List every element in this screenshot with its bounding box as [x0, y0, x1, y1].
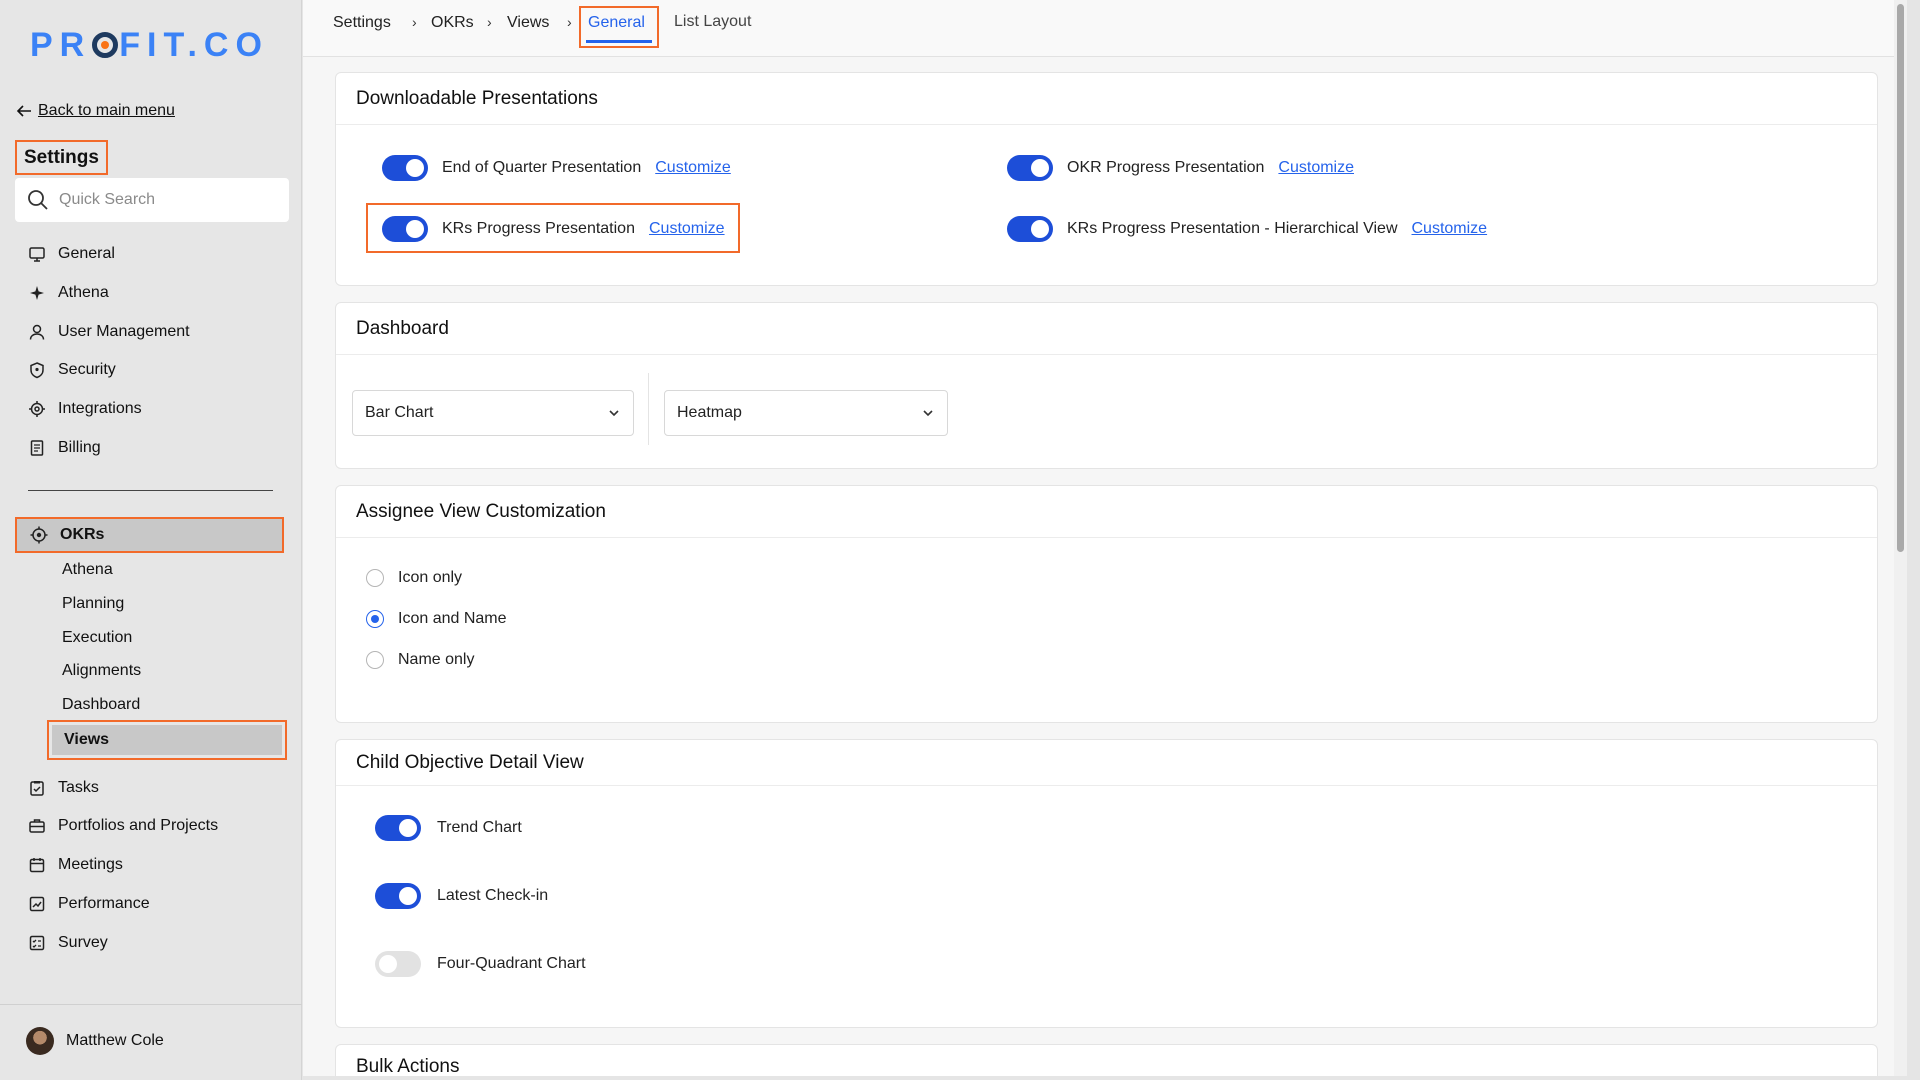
breadcrumb-separator: ›: [567, 14, 572, 30]
scrollbar-thumb[interactable]: [1897, 4, 1904, 552]
dashboard-title: Dashboard: [336, 303, 1877, 355]
assignee-card: Assignee View Customization Icon only Ic…: [335, 485, 1878, 723]
settings-heading: Settings: [15, 140, 108, 175]
breadcrumb-views[interactable]: Views: [507, 14, 549, 32]
quick-search[interactable]: [15, 178, 289, 222]
tab-general[interactable]: General: [579, 6, 659, 48]
child-objective-title: Child Objective Detail View: [336, 740, 1877, 786]
assignee-option-icon-and-name[interactable]: Icon and Name: [366, 610, 507, 628]
user-icon: [29, 324, 45, 340]
breadcrumb-okrs[interactable]: OKRs: [431, 14, 474, 32]
presentation-krs-progress: KRs Progress Presentation Customize: [382, 216, 725, 242]
bulk-actions-title: Bulk Actions: [336, 1045, 1877, 1077]
child-objective-trend-chart: Trend Chart: [375, 815, 522, 841]
briefcase-icon: [29, 819, 45, 833]
breadcrumb-separator: ›: [487, 14, 492, 30]
sidebar-item-user-management[interactable]: User Management: [28, 317, 278, 347]
assignee-option-name-only[interactable]: Name only: [366, 651, 474, 669]
tab-list-layout[interactable]: List Layout: [674, 13, 751, 31]
chart-line-icon: [29, 896, 45, 912]
logo-target-icon: [92, 32, 119, 58]
sidebar-item-billing[interactable]: Billing: [28, 433, 278, 463]
okrs-sub-alignments[interactable]: Alignments: [62, 657, 141, 685]
okrs-sub-dashboard[interactable]: Dashboard: [62, 691, 140, 719]
sidebar-item-athena[interactable]: Athena: [28, 278, 278, 308]
okr-progress-customize-link[interactable]: Customize: [1278, 159, 1354, 177]
profit-co-logo[interactable]: PR FIT.CO: [30, 26, 269, 65]
chevron-down-icon: [923, 410, 933, 417]
trend-chart-toggle[interactable]: [375, 815, 421, 841]
arrow-left-icon: [16, 105, 31, 117]
sidebar-item-performance[interactable]: Performance: [28, 889, 278, 919]
okrs-sub-athena[interactable]: Athena: [62, 556, 113, 584]
back-to-main-menu-link[interactable]: Back to main menu: [16, 102, 175, 120]
user-profile[interactable]: Matthew Cole: [0, 1004, 302, 1076]
receipt-icon: [30, 440, 44, 456]
sidebar-item-tasks[interactable]: Tasks: [28, 773, 278, 803]
four-quadrant-toggle[interactable]: [375, 951, 421, 977]
okrs-sub-execution[interactable]: Execution: [62, 624, 132, 652]
radio-icon-and-name[interactable]: [366, 610, 384, 628]
end-of-quarter-toggle[interactable]: [382, 155, 428, 181]
sidebar-item-integrations[interactable]: Integrations: [28, 394, 278, 424]
breadcrumb: Settings › OKRs › Views › General List L…: [303, 0, 1907, 57]
sidebar-divider: [28, 490, 273, 491]
presentations-card: Downloadable Presentations End of Quarte…: [335, 72, 1878, 286]
okrs-sub-views[interactable]: Views: [47, 720, 287, 760]
presentation-krs-hierarchical: KRs Progress Presentation - Hierarchical…: [1007, 216, 1487, 242]
quick-search-input[interactable]: [59, 191, 279, 209]
dashboard-card: Dashboard Bar Chart Heatmap: [335, 302, 1878, 469]
dashboard-chart-select-2[interactable]: Heatmap: [664, 390, 948, 436]
sidebar-item-survey[interactable]: Survey: [28, 928, 278, 958]
sidebar: PRFIT.CO Back to main menu Settings Gene…: [0, 0, 302, 1080]
presentation-end-of-quarter: End of Quarter Presentation Customize: [382, 155, 731, 181]
child-objective-latest-check-in: Latest Check-in: [375, 883, 548, 909]
scrollbar[interactable]: [1894, 0, 1907, 1076]
presentation-okr-progress: OKR Progress Presentation Customize: [1007, 155, 1354, 181]
clipboard-check-icon: [30, 781, 44, 796]
active-tab-underline: [586, 40, 652, 43]
krs-hierarchical-toggle[interactable]: [1007, 216, 1053, 242]
sidebar-item-general[interactable]: General: [28, 239, 278, 269]
gear-icon: [29, 401, 45, 417]
child-objective-four-quadrant: Four-Quadrant Chart: [375, 951, 586, 977]
target-icon: [30, 526, 48, 544]
radio-icon-only[interactable]: [366, 569, 384, 587]
sidebar-item-okrs[interactable]: OKRs: [15, 517, 284, 553]
krs-progress-customize-link[interactable]: Customize: [649, 220, 725, 238]
search-icon: [28, 190, 48, 210]
calendar-icon: [29, 858, 45, 873]
krs-progress-toggle[interactable]: [382, 216, 428, 242]
end-of-quarter-customize-link[interactable]: Customize: [655, 159, 731, 177]
avatar: [26, 1026, 54, 1055]
select-divider: [648, 373, 649, 445]
dashboard-chart-select-1[interactable]: Bar Chart: [352, 390, 634, 436]
assignee-title: Assignee View Customization: [336, 486, 1877, 538]
child-objective-card: Child Objective Detail View Trend Chart …: [335, 739, 1878, 1028]
monitor-icon: [29, 247, 45, 262]
sparkle-icon: [30, 286, 44, 300]
breadcrumb-separator: ›: [412, 14, 417, 30]
user-name: Matthew Cole: [66, 1031, 164, 1049]
presentations-title: Downloadable Presentations: [336, 73, 1877, 125]
sidebar-item-portfolios-and-projects[interactable]: Portfolios and Projects: [28, 811, 278, 841]
shield-icon: [30, 362, 44, 379]
bulk-actions-card: Bulk Actions: [335, 1044, 1878, 1076]
radio-name-only[interactable]: [366, 651, 384, 669]
sidebar-item-security[interactable]: Security: [28, 355, 278, 385]
breadcrumb-settings[interactable]: Settings: [333, 14, 391, 32]
assignee-option-icon-only[interactable]: Icon only: [366, 569, 462, 587]
chevron-down-icon: [609, 410, 619, 417]
latest-check-in-toggle[interactable]: [375, 883, 421, 909]
okr-progress-toggle[interactable]: [1007, 155, 1053, 181]
sidebar-item-meetings[interactable]: Meetings: [28, 850, 278, 880]
krs-hierarchical-customize-link[interactable]: Customize: [1412, 220, 1488, 238]
okrs-sub-planning[interactable]: Planning: [62, 590, 124, 618]
main-content: Settings › OKRs › Views › General List L…: [303, 0, 1907, 1076]
checklist-icon: [29, 935, 45, 951]
